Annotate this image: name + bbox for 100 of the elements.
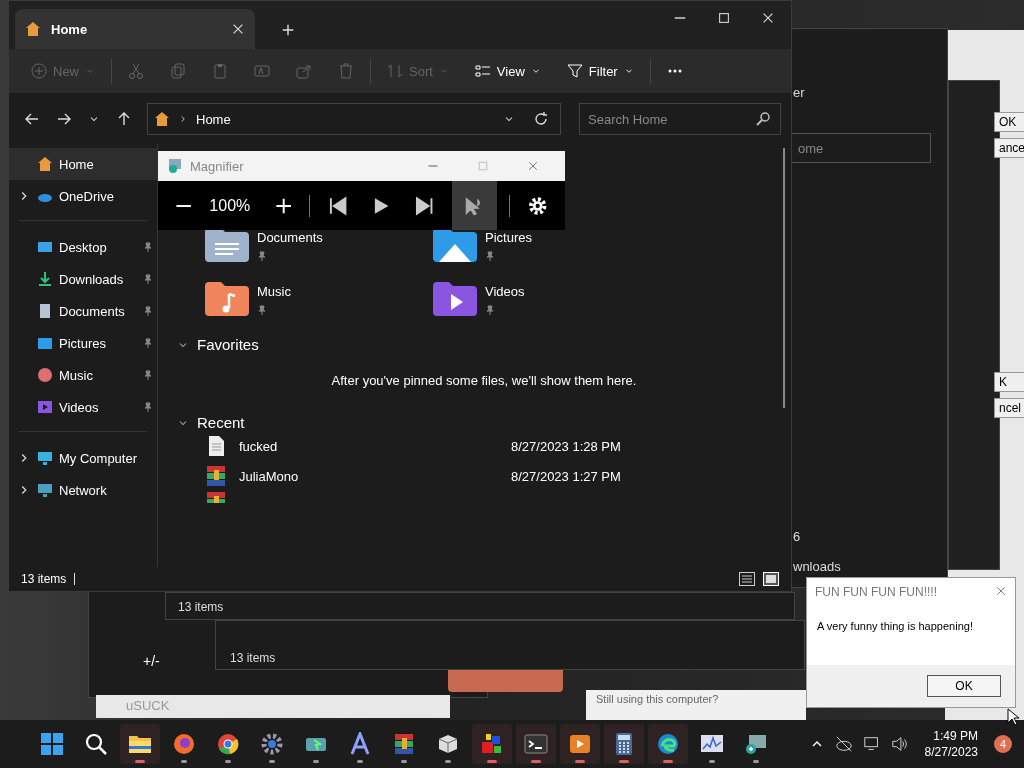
house-icon (37, 156, 53, 172)
empty-message: After you've pinned some files, we'll show them here. (331, 373, 637, 388)
folder-tile[interactable]: Videos (433, 282, 661, 316)
font-icon (348, 732, 372, 756)
folder-tile[interactable]: Documents (205, 228, 433, 262)
pin-icon (257, 250, 267, 261)
cube-icon (436, 732, 460, 756)
folder-tile[interactable]: Pictures (433, 228, 661, 262)
file-row[interactable]: JuliaMono 8/27/2023 1:27 PM (177, 461, 791, 491)
pin-icon (143, 242, 153, 252)
filter-button[interactable]: Filter (556, 57, 644, 85)
scissors-icon (128, 63, 144, 79)
funnel-icon (566, 63, 583, 79)
zoom-level: 100% (209, 196, 252, 215)
section-header[interactable]: Recent (177, 414, 277, 431)
volume-icon[interactable] (890, 735, 909, 753)
download-icon (37, 271, 53, 287)
picture-icon (37, 335, 53, 351)
sidebar-item[interactable]: OneDrive (9, 180, 157, 212)
ok-button[interactable]: OK (994, 112, 1024, 132)
view-button[interactable]: View (464, 57, 551, 85)
share-icon (296, 63, 312, 79)
taskbar-button[interactable] (120, 724, 160, 764)
sidebar-item[interactable]: Desktop (9, 231, 157, 263)
document-folder-icon (205, 228, 249, 262)
video-folder-icon (433, 282, 477, 316)
taskbar-button[interactable] (560, 724, 600, 764)
dialog-message: A very funny thing is happening! (817, 620, 973, 632)
search-field[interactable]: Search Home (579, 103, 781, 135)
pin-icon (143, 370, 153, 380)
plus-minus-key[interactable]: +/- (143, 653, 160, 669)
clock[interactable]: 1:49 PM 8/27/2023 (924, 729, 978, 759)
scrollbar[interactable] (783, 148, 785, 408)
item-count: 13 items (21, 572, 67, 586)
file-row[interactable]: fucked 8/27/2023 1:28 PM (177, 431, 791, 461)
address-bar[interactable]: Home (147, 103, 561, 135)
terminal-icon (524, 732, 548, 756)
document-icon (37, 303, 53, 319)
blocks-icon (480, 732, 504, 756)
sidebar-item[interactable]: Downloads (9, 263, 157, 295)
dialog-title: FUN FUN FUN FUN!!!! (815, 585, 937, 599)
list-icon (474, 63, 491, 79)
cloud-off-icon[interactable] (834, 735, 853, 753)
trash-icon (338, 63, 354, 79)
settings-icon (260, 732, 284, 756)
breadcrumb[interactable]: Home (196, 111, 231, 127)
picture-folder-icon (433, 228, 477, 262)
filter-label: er (793, 85, 805, 100)
close-icon[interactable] (761, 11, 775, 25)
player-icon (568, 732, 592, 756)
pin-icon (143, 274, 153, 284)
search-field[interactable]: ome (791, 133, 931, 163)
window-title: uSUCK (126, 698, 170, 713)
network-icon[interactable] (862, 735, 881, 753)
sidebar-item[interactable]: Documents (9, 295, 157, 327)
browser-icon (216, 732, 240, 756)
section-header[interactable]: Favorites (177, 336, 277, 353)
folder-label: wnloads (793, 559, 841, 574)
sidebar-item[interactable]: My Computer (9, 442, 157, 474)
pin-icon (143, 306, 153, 316)
search-icon (755, 111, 771, 127)
sidebar-item[interactable]: Pictures (9, 327, 157, 359)
rename-icon (254, 63, 270, 79)
window-title: Magnifier (190, 158, 244, 174)
cancel-button[interactable]: ncel (994, 398, 1024, 418)
read-from-pointer-button[interactable] (452, 181, 497, 230)
magnifier-icon (744, 732, 768, 756)
prompt-text: Still using this computer? (596, 693, 719, 705)
music-folder-icon (205, 282, 249, 316)
pin-icon (485, 304, 495, 315)
tiles-view-icon[interactable] (763, 572, 779, 586)
taskbar-button[interactable] (648, 724, 688, 764)
cancel-button[interactable]: ance (994, 138, 1024, 158)
archive-icon (392, 732, 416, 756)
close-tab-icon[interactable] (231, 22, 245, 36)
computer-icon (37, 450, 53, 466)
ok-button[interactable]: K (994, 372, 1024, 392)
sidebar-item[interactable]: Videos (9, 391, 157, 423)
new-tab-icon[interactable] (281, 23, 295, 37)
pin-icon (143, 402, 153, 412)
maximize-icon[interactable] (717, 11, 731, 25)
item-count: 13 items (230, 651, 276, 665)
windows-logo-icon (40, 732, 64, 756)
item-count: 13 items (178, 600, 224, 614)
copy-icon (170, 63, 186, 79)
music-icon (37, 367, 53, 383)
details-view-icon[interactable] (739, 572, 755, 586)
house-icon (25, 21, 41, 37)
clipboard-icon (212, 63, 228, 79)
sidebar-item[interactable]: Music (9, 359, 157, 391)
ok-button[interactable]: OK (927, 675, 1001, 697)
pin-icon (257, 304, 267, 315)
video-icon (37, 399, 53, 415)
sidebar-item[interactable]: Home (9, 148, 157, 180)
sidebar-item[interactable]: Network (9, 474, 157, 506)
taskbar-button[interactable] (472, 724, 512, 764)
tab[interactable]: Home (15, 9, 255, 49)
folder-tile[interactable]: Music (205, 282, 433, 316)
house-icon (154, 111, 170, 127)
taskbar-button[interactable] (604, 724, 644, 764)
